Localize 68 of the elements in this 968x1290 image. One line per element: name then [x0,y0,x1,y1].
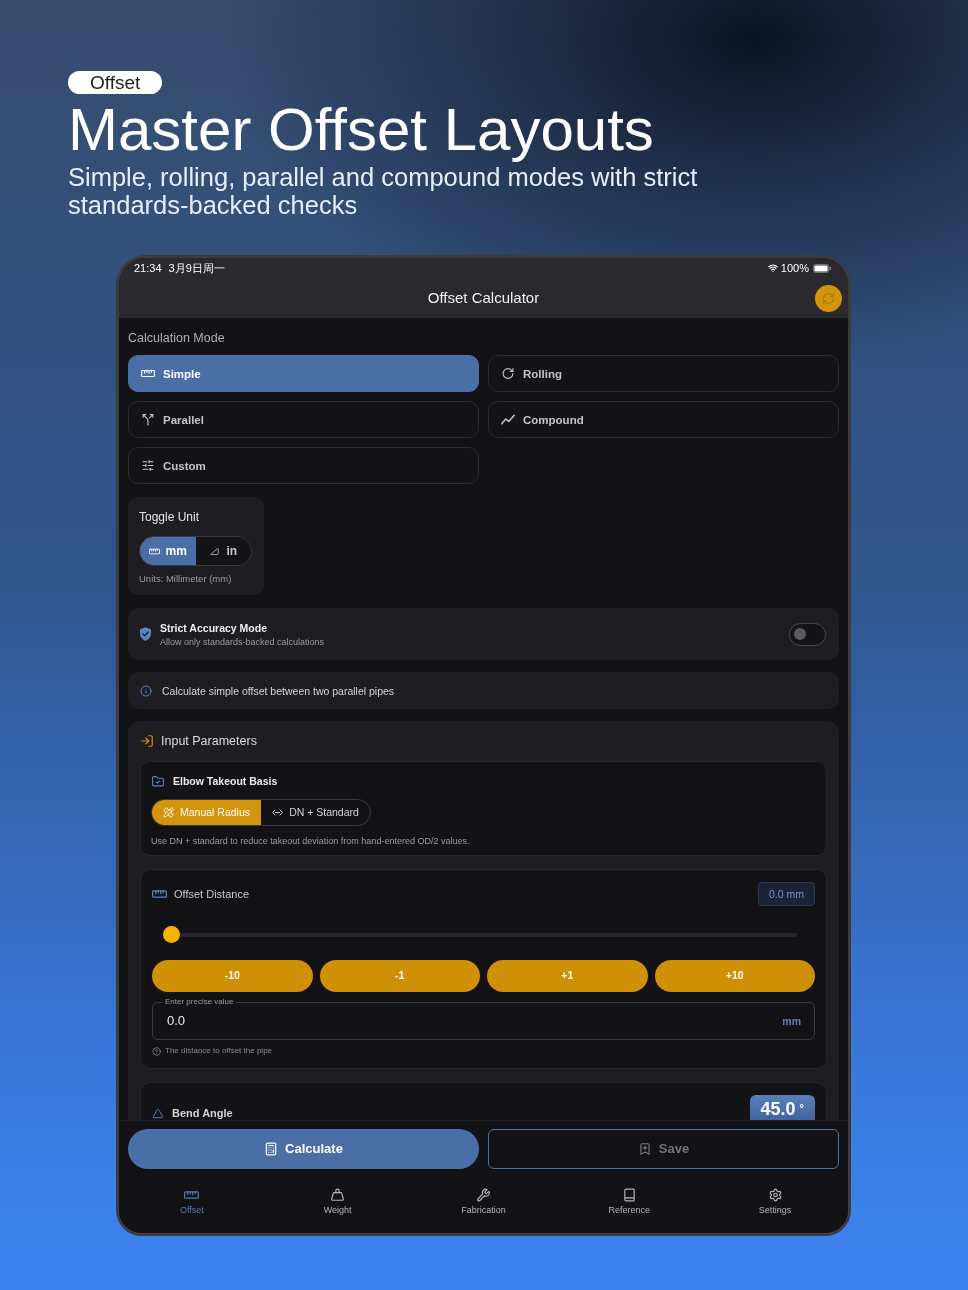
wifi-icon [766,263,779,273]
unit-option[interactable]: mm [140,537,196,565]
trend-line-icon [501,413,515,426]
mode-option[interactable]: Compound [488,401,839,438]
ruler-icon [141,367,155,380]
info-icon [140,684,152,697]
battery-icon [813,263,831,273]
unit-card-title: Toggle Unit [139,509,201,525]
status-date: 3月9日周一 [168,261,225,275]
mode-option[interactable]: Rolling [488,355,839,392]
folder-check-icon [151,774,165,788]
triangle-icon [152,1107,164,1119]
strict-mode-subtitle: Allow only standards-backed calculations [160,635,325,648]
mode-option[interactable]: Simple [128,355,479,392]
calculator-icon [264,1142,279,1156]
strict-mode-switch[interactable] [789,622,826,646]
tab-bar-item[interactable]: Settings [702,1178,848,1233]
mode-option[interactable]: Parallel [128,401,479,438]
section-label: Calculation Mode [128,330,226,346]
distance-readout: 0.0 mm [758,882,815,906]
angle-readout: 45.0 ° [749,1095,815,1120]
slider-thumb[interactable] [163,926,180,943]
help-icon [152,1046,161,1056]
tab-bar-item[interactable]: Fabrication [410,1178,557,1233]
mode-option[interactable]: Custom [128,447,479,484]
pencil-ruler-icon [162,807,174,818]
unit-option[interactable]: in [195,537,251,565]
slider-track[interactable] [163,926,797,943]
sliders-icon [141,459,155,472]
refresh-icon [822,291,835,305]
arrow-into-box-icon [140,734,154,748]
right-triangle-icon [209,546,221,556]
settings-icon [767,1188,783,1202]
refresh-button[interactable] [815,284,842,312]
split-arrows-icon [141,413,155,426]
code-brackets-icon [272,807,284,818]
header-title: Offset Calculator [427,289,540,307]
panel-title: Input Parameters [161,733,257,749]
shield-check-icon [140,627,151,641]
book-icon [621,1188,637,1202]
card-title: Elbow Takeout Basis [173,774,278,788]
info-text: Calculate simple offset between two parallel pipes [162,683,395,698]
weight-icon [330,1188,346,1202]
tab-bar-item[interactable]: Offset [119,1178,265,1233]
hero-title: Master Offset Layouts [68,100,654,160]
unit-caption: Units: Millimeter (mm) [139,573,233,585]
tab-bar-item[interactable]: Reference [556,1178,703,1233]
hero-subtitle: Simple, rolling, parallel and compound modes with strict standards-backed checks [68,163,699,219]
basis-option[interactable]: DN + Standard [261,800,370,825]
battery-percent: 100% [780,261,809,275]
category-tag: Offset [68,71,163,94]
basis-note: Use DN + standard to reduce takeout deviation from hand-entered OD/2 values. [151,835,470,847]
floating-label: Enter precise value [162,997,237,1007]
tab-bar-item[interactable]: Weight [264,1178,411,1233]
ruler-icon [184,1188,200,1202]
action-button[interactable]: Calculate [128,1129,479,1169]
field-hint: The distance to offset the pipe [165,1046,273,1056]
strict-mode-title: Strict Accuracy Mode [160,620,268,635]
value-input[interactable]: 0.0 [167,1013,783,1029]
card-title: Bend Angle [172,1106,233,1120]
rotate-arrow-icon [501,367,515,380]
card-title: Offset Distance [174,887,249,901]
status-time: 21:34 [134,261,162,275]
wrench-icon [476,1188,491,1202]
ruler-icon [152,890,167,898]
unit-suffix: mm [782,1014,801,1028]
bookmark-plus-icon [637,1142,652,1156]
ruler-icon [148,546,160,556]
